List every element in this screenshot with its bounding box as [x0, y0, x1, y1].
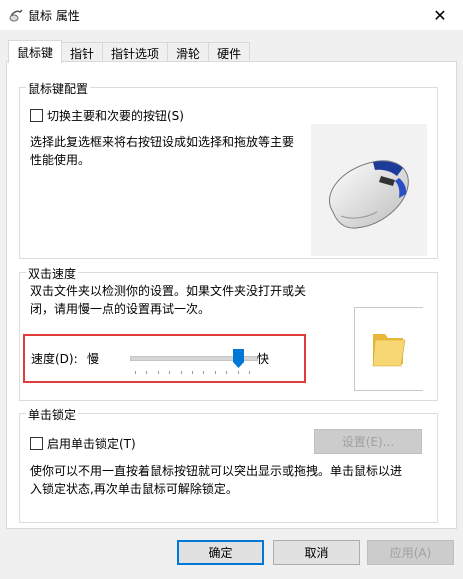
mouse-image-icon [328, 160, 409, 229]
slider-tick [203, 371, 204, 374]
tab-hardware[interactable]: 硬件 [208, 42, 251, 63]
swap-buttons-row[interactable]: 切换主要和次要的按钮(S) [30, 107, 184, 124]
slider-tick [249, 371, 250, 374]
click-lock-settings-button[interactable]: 设置(E)... [314, 429, 422, 454]
slider-tick [169, 371, 170, 374]
click-lock-desc-line1: 使你可以不用一直按着鼠标按钮就可以突出显示或拖拽。单击鼠标以进 [30, 464, 403, 478]
button-config-title: 鼠标键配置 [26, 80, 91, 97]
double-click-description: 双击文件夹以检测你的设置。如果文件夹没打开或关 闭，请用慢一点的设置再试一次。 [30, 282, 306, 318]
click-lock-checkbox[interactable] [30, 437, 43, 450]
double-click-title: 双击速度 [26, 265, 79, 282]
tab-wheel[interactable]: 滑轮 [167, 42, 210, 63]
button-config-desc-line1: 选择此复选框来将右按钮设成如选择和拖放等主要 [30, 135, 295, 149]
slider-tick [215, 371, 216, 374]
folder-icon[interactable] [355, 308, 423, 390]
swap-buttons-checkbox[interactable] [30, 109, 43, 122]
slider-tick [135, 371, 136, 374]
slider-tick [192, 371, 193, 374]
fast-label: 快 [257, 352, 270, 366]
mouse-preview [311, 124, 427, 256]
mouse-icon [9, 9, 23, 22]
speed-slider-thumb[interactable] [232, 349, 244, 368]
title-bar: 鼠标 属性 ✕ [0, 0, 463, 30]
ok-button[interactable]: 确定 [177, 540, 264, 565]
speed-label: 速度(D): [31, 352, 78, 366]
click-lock-title: 单击锁定 [26, 406, 79, 423]
cancel-button[interactable]: 取消 [273, 540, 360, 565]
swap-buttons-label[interactable]: 切换主要和次要的按钮(S) [47, 107, 184, 124]
dialog-body: 鼠标键 指针 指针选项 滑轮 硬件 鼠标键配置 切换主要和次要的按钮(S) 选择… [0, 30, 463, 579]
test-folder-area[interactable] [354, 307, 423, 391]
close-icon: ✕ [433, 5, 447, 25]
click-lock-desc-line2: 入锁定状态,再次单击鼠标可解除锁定。 [30, 482, 238, 496]
tab-pointers[interactable]: 指针 [61, 42, 104, 63]
tab-pointer-options[interactable]: 指针选项 [102, 42, 169, 63]
button-config-description: 选择此复选框来将右按钮设成如选择和拖放等主要 性能使用。 [30, 133, 294, 169]
apply-button[interactable]: 应用(A) [367, 540, 454, 565]
slider-tick [146, 371, 147, 374]
tab-panel: 鼠标键配置 切换主要和次要的按钮(S) 选择此复选框来将右按钮设成如选择和拖放等… [6, 61, 457, 529]
slider-tick [158, 371, 159, 374]
double-click-desc-line1: 双击文件夹以检测你的设置。如果文件夹没打开或关 [30, 284, 307, 298]
click-lock-description: 使你可以不用一直按着鼠标按钮就可以突出显示或拖拽。单击鼠标以进 入锁定状态,再次… [30, 462, 402, 498]
click-lock-row[interactable]: 启用单击锁定(T) [30, 435, 136, 452]
window-title: 鼠标 属性 [28, 9, 80, 23]
button-config-desc-line2: 性能使用。 [30, 153, 91, 167]
slow-label: 慢 [87, 352, 100, 366]
close-button[interactable]: ✕ [417, 0, 463, 30]
double-click-desc-line2: 闭，请用慢一点的设置再试一次。 [30, 302, 211, 316]
tab-strip: 鼠标键 指针 指针选项 滑轮 硬件 [8, 40, 251, 63]
slider-tick [181, 371, 182, 374]
click-lock-label[interactable]: 启用单击锁定(T) [47, 435, 136, 452]
tab-buttons[interactable]: 鼠标键 [8, 40, 63, 63]
slider-tick [238, 371, 239, 374]
slider-tick [226, 371, 227, 374]
